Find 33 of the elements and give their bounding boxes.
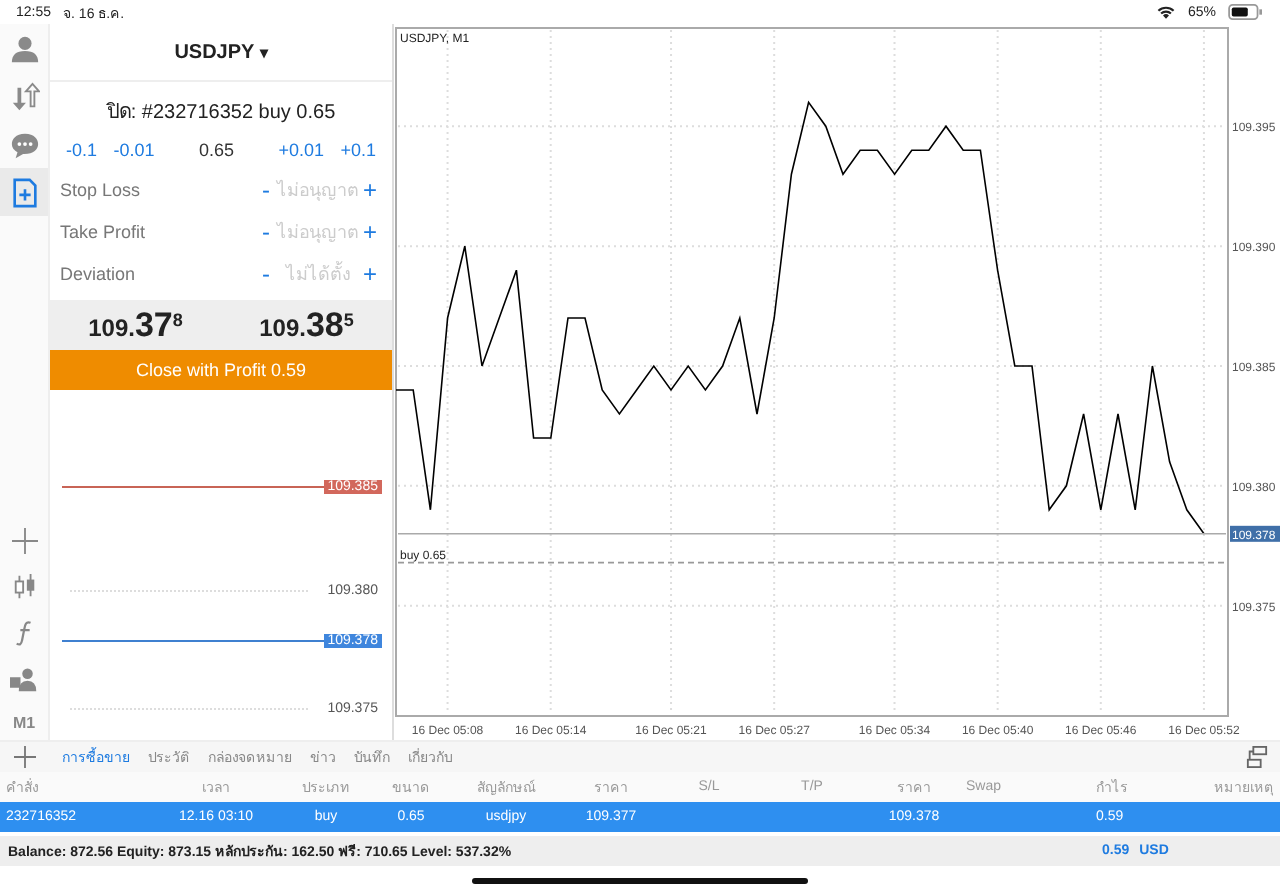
decrease-button[interactable]: -: [256, 175, 276, 203]
increase-button[interactable]: +: [360, 259, 380, 287]
volume-step-button[interactable]: +0.1: [340, 140, 376, 160]
chat-icon: [9, 129, 39, 159]
person-icon: [9, 33, 39, 63]
field-label: Stop Loss: [60, 179, 143, 199]
field-label: Deviation: [60, 263, 138, 283]
field-label: Take Profit: [60, 221, 148, 241]
add-document-icon: [9, 177, 39, 207]
price-quote: 109.38$^{5}$: [259, 305, 354, 345]
wifi-icon: [1155, 4, 1176, 20]
symbol-selector[interactable]: USDJPY ▾: [174, 41, 268, 63]
increase-button[interactable]: +: [360, 217, 380, 245]
function-icon[interactable]: [11, 620, 37, 646]
sidebar-item[interactable]: [0, 168, 48, 216]
price-quote: 109.37$^{8}$: [88, 305, 183, 345]
decrease-button[interactable]: -: [256, 217, 276, 245]
objects-icon[interactable]: [10, 666, 38, 692]
arrows-icon: [9, 81, 39, 111]
battery-icon: [1228, 4, 1264, 20]
timeframe-button[interactable]: M1: [12, 714, 36, 732]
close-order-button[interactable]: Close with Profit 0.59: [50, 350, 392, 390]
order-title: ปิด: #232716352 buy 0.65: [104, 100, 338, 124]
crosshair-icon[interactable]: [11, 528, 37, 554]
volume-value: 0.65: [198, 140, 234, 160]
decrease-button[interactable]: -: [256, 259, 276, 287]
candlestick-icon[interactable]: [11, 574, 37, 600]
volume-step-button[interactable]: -0.01: [113, 140, 155, 160]
add-icon[interactable]: [14, 746, 36, 768]
volume-step-button[interactable]: +0.01: [278, 140, 324, 160]
volume-step-button[interactable]: -0.1: [66, 140, 98, 160]
layout-icon[interactable]: [1246, 746, 1268, 768]
increase-button[interactable]: +: [360, 175, 380, 203]
